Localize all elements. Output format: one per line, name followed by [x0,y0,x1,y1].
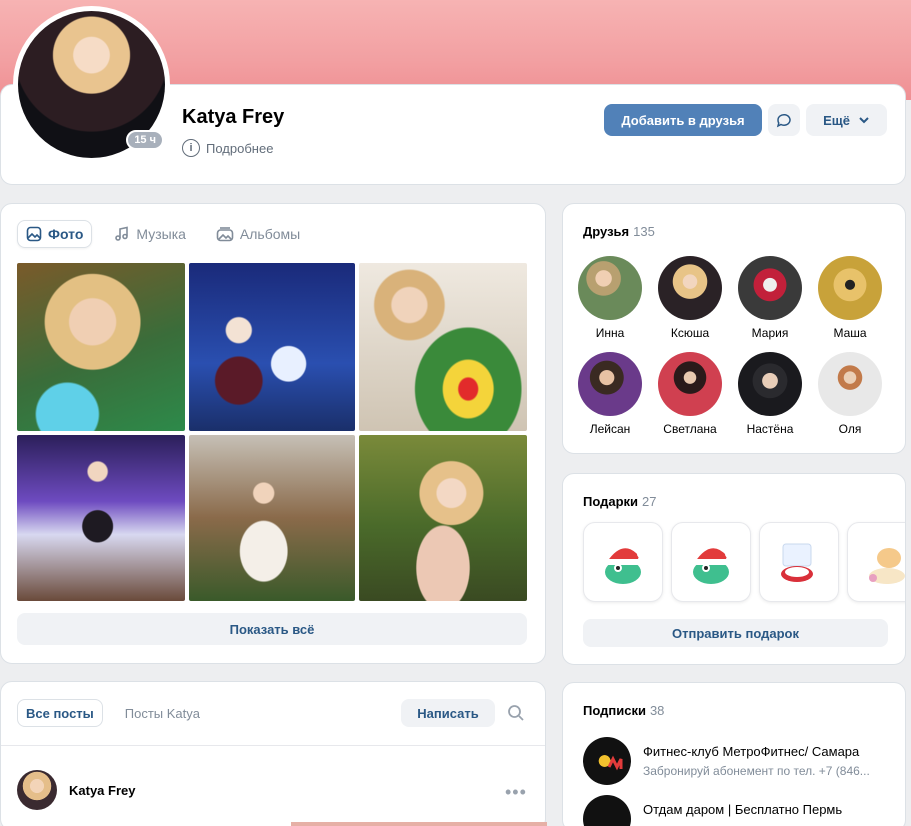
friend-item[interactable]: Ксюша [658,256,722,340]
subscription-description: Забронируй абонемент по тел. +7 (846... [643,764,870,778]
tab-all-posts[interactable]: Все посты [17,699,103,727]
friend-avatar [818,352,882,416]
friend-name: Инна [595,326,625,340]
search-icon[interactable] [507,704,525,722]
friend-avatar [818,256,882,320]
info-icon: i [182,139,200,157]
gift-item[interactable] [583,522,663,602]
post-author-name[interactable]: Katya Frey [69,783,135,798]
gift-item[interactable] [671,522,751,602]
gift-item[interactable] [847,522,905,602]
message-button[interactable] [768,104,800,136]
tab-photos-label: Фото [48,226,84,242]
write-post-button[interactable]: Написать [401,699,495,727]
cake-box-icon [781,543,813,582]
subscriptions-count: 38 [649,703,665,718]
gifts-title-label: Подарки [583,494,639,509]
friend-name: Маша [833,326,867,340]
profile-avatar[interactable]: 15 ч [13,6,170,163]
message-icon [776,113,791,128]
friend-avatar [578,352,642,416]
details-label: Подробнее [206,140,274,156]
friend-item[interactable]: Инна [578,256,642,340]
add-friend-button[interactable]: Добавить в друзья [604,104,762,136]
gifts-count: 27 [642,494,657,509]
photo-thumbnail[interactable] [189,435,355,601]
media-card: Фото Музыка Альбомы Показать всё [0,203,546,664]
more-horizontal-icon[interactable]: ••• [505,782,527,803]
friend-item[interactable]: Лейсан [578,352,642,436]
snake-santa-hat-icon [605,548,645,584]
friend-item[interactable]: Оля [818,352,882,436]
music-icon [115,226,129,241]
gift-item[interactable] [759,522,839,602]
friends-title[interactable]: Друзья 135 [583,224,655,239]
friend-name: Оля [838,422,862,436]
post-author-avatar[interactable] [17,770,57,810]
tab-albums[interactable]: Альбомы [208,220,308,248]
posts-card: Все посты Посты Katya Написать Katya Fre… [0,681,547,826]
friend-avatar [658,352,722,416]
friends-count: 135 [633,224,655,239]
posts-tabs: Все посты Посты Katya [17,699,208,727]
friend-item[interactable]: Мария [738,256,802,340]
more-label: Ещё [823,112,850,128]
image-icon [26,226,42,242]
friend-avatar [578,256,642,320]
friend-item[interactable]: Маша [818,256,882,340]
friend-name: Лейсан [589,422,631,436]
photo-thumbnail[interactable] [17,435,185,601]
photo-thumbnail[interactable] [359,263,527,431]
fitness-club-logo [583,737,631,785]
friend-name: Ксюша [670,326,710,340]
friends-title-label: Друзья [583,224,630,239]
friend-avatar [738,352,802,416]
photo-thumbnail[interactable] [359,435,527,601]
photo-thumbnail[interactable] [17,263,185,431]
friend-name: Мария [751,326,789,340]
friend-avatar [658,256,722,320]
chevron-down-icon [859,117,869,124]
tab-own-posts[interactable]: Посты Katya [117,699,208,727]
friend-name: Настёна [746,422,794,436]
subscription-name: Отдам даром | Бесплатно Пермь [643,802,843,817]
media-tabs: Фото Музыка Альбомы [17,220,308,248]
subscription-name: Фитнес-клуб МетроФитнес/ Самара [643,744,860,759]
subscriptions-card: Подписки 38 Фитнес-клуб МетроФитнес/ Сама… [562,682,906,826]
post-image[interactable] [291,822,547,826]
last-seen-badge: 15 ч [126,130,164,150]
subscriptions-title-label: Подписки [583,703,646,718]
show-all-photos-button[interactable]: Показать всё [17,613,527,645]
gifts-title[interactable]: Подарки 27 [583,494,657,509]
friend-name: Светлана [663,422,717,436]
tab-music[interactable]: Музыка [106,220,194,248]
profile-name: Katya Frey [182,106,285,128]
details-link[interactable]: i Подробнее [182,139,273,157]
albums-icon [216,227,234,242]
fitness-logo-mark [607,755,623,771]
more-button[interactable]: Ещё [806,104,887,136]
divider [1,745,545,746]
send-gift-button[interactable]: Отправить подарок [583,619,888,647]
photo-thumbnail[interactable] [189,263,355,431]
gifts-card: Подарки 27 Отправить подарок [562,473,906,665]
giveaway-group-logo [583,795,631,826]
snake-santa-hat-icon [693,548,733,584]
photo-grid [17,263,527,601]
subscriptions-title[interactable]: Подписки 38 [583,703,664,718]
tab-photos[interactable]: Фото [17,220,93,248]
friend-avatar [738,256,802,320]
tab-albums-label: Альбомы [239,226,301,242]
friend-item[interactable]: Настёна [738,352,802,436]
friends-card: Друзья 135 Инна Ксюша Мария Маша Лейсан С… [562,203,906,454]
bunny-cake-icon [869,548,905,584]
friend-item[interactable]: Светлана [658,352,722,436]
tab-music-label: Музыка [136,226,186,242]
